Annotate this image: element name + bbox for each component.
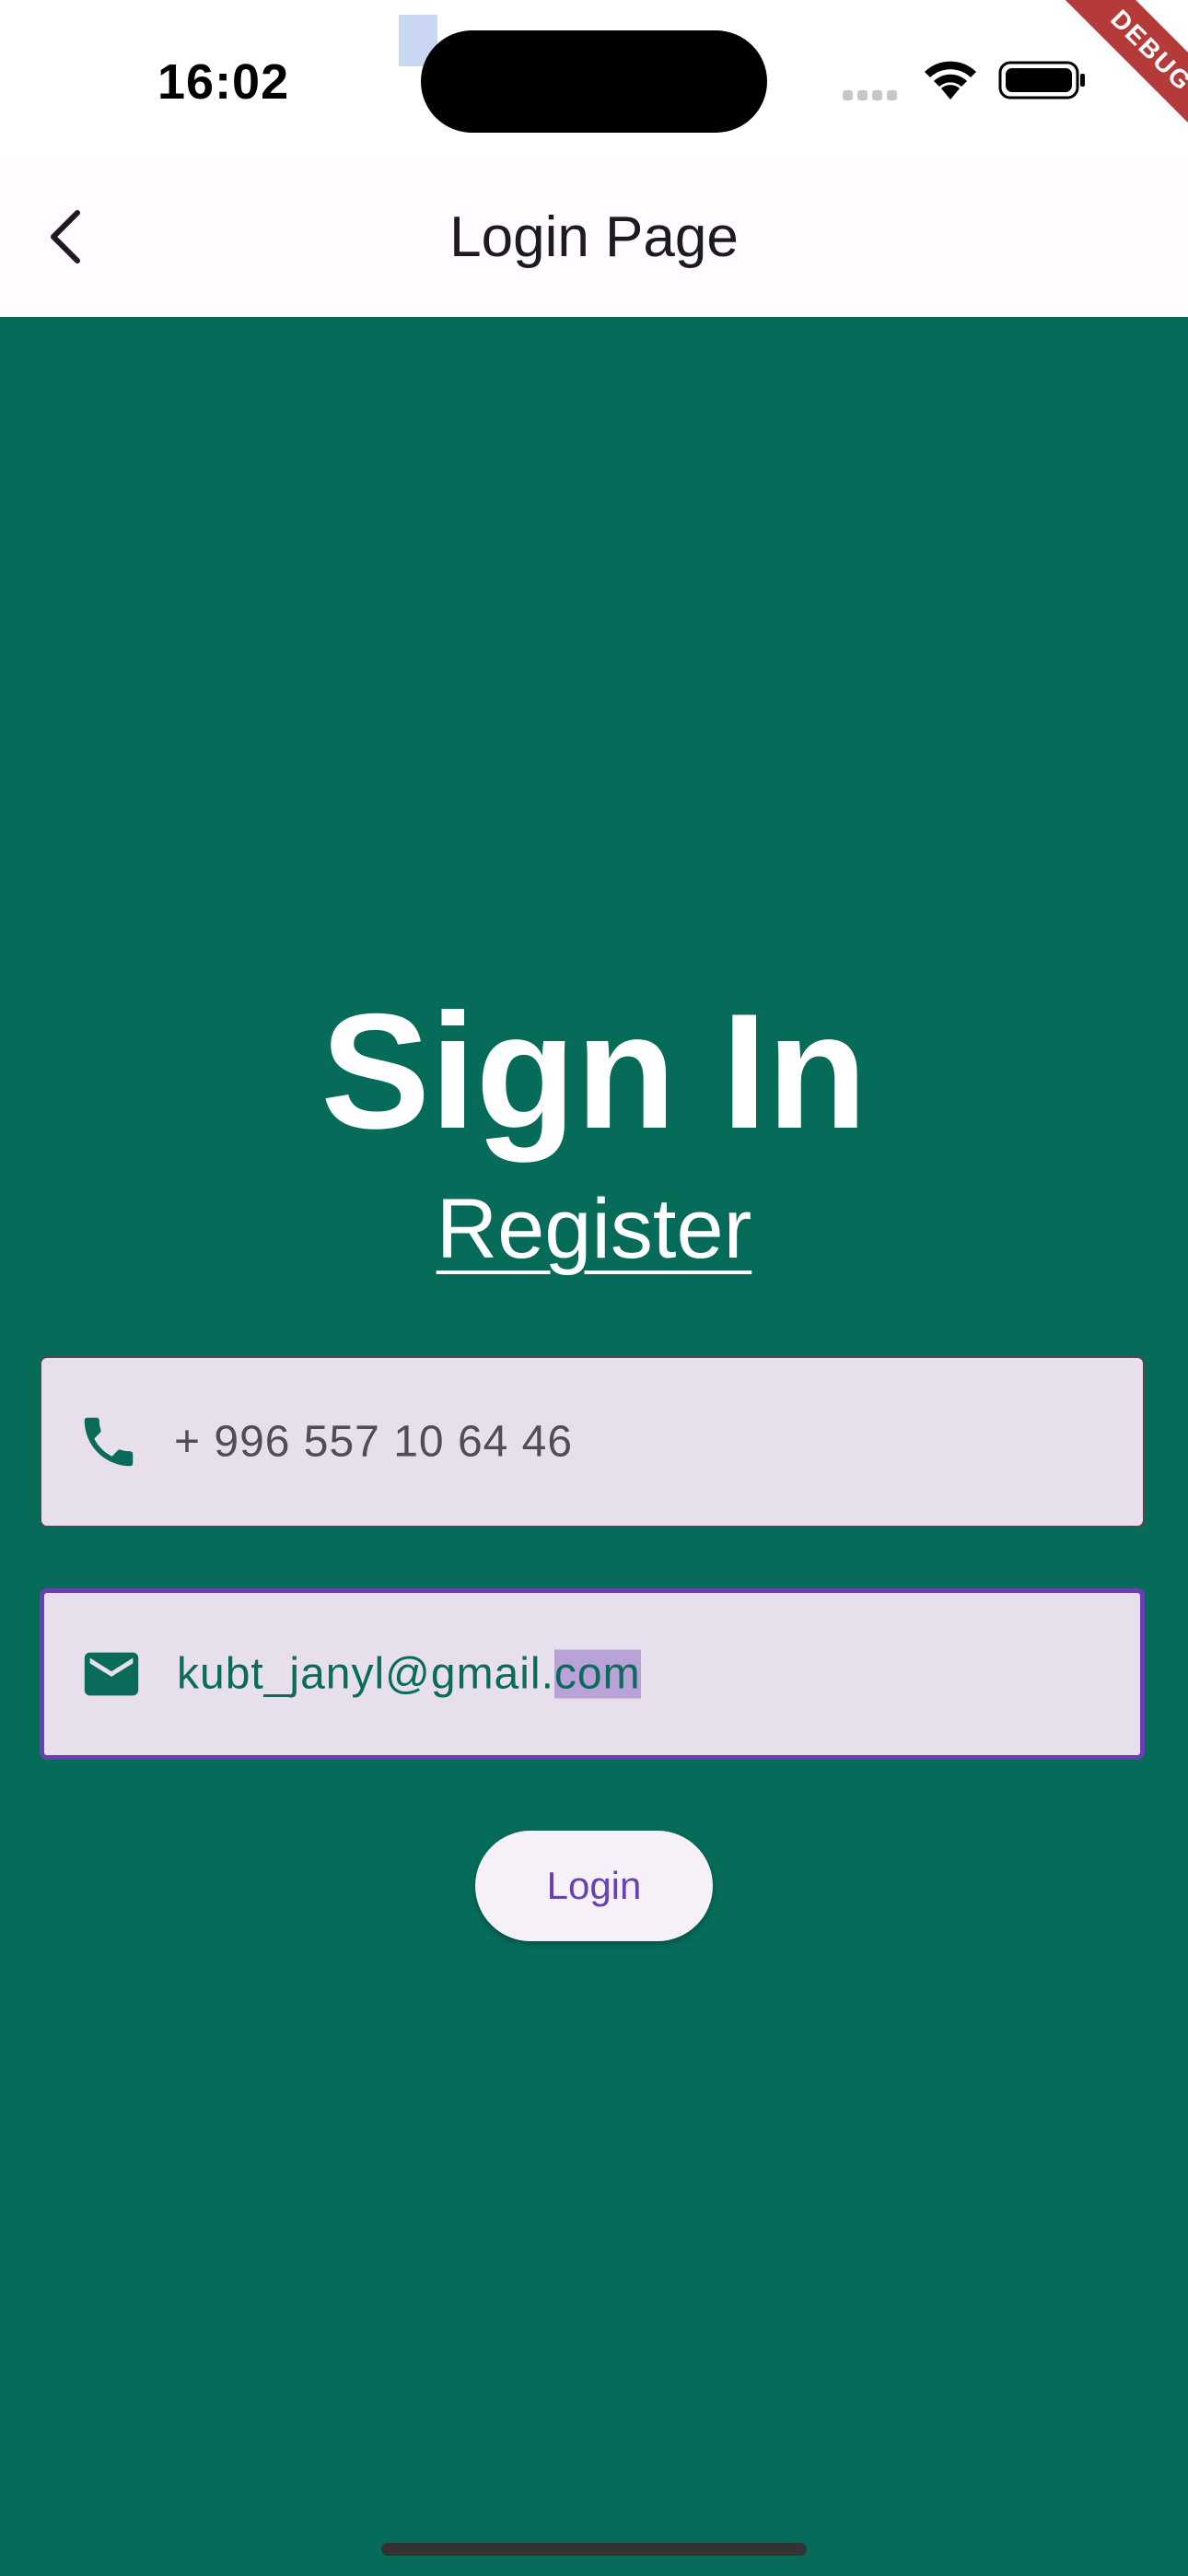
wifi-icon <box>921 57 980 108</box>
email-icon <box>84 1652 139 1696</box>
email-field[interactable]: kubt_janyl@gmail.com <box>40 1588 1145 1760</box>
status-bar: 16:02 DEBUG <box>0 0 1188 180</box>
status-time: 16:02 <box>157 54 290 110</box>
battery-icon <box>998 61 1087 104</box>
phone-field[interactable]: + 996 557 10 64 46 <box>40 1356 1145 1528</box>
home-indicator <box>381 2543 807 2556</box>
email-value: kubt_janyl@gmail.com <box>177 1649 641 1700</box>
login-button[interactable]: Login <box>475 1831 713 1941</box>
register-link[interactable]: Register <box>0 1181 1188 1278</box>
phone-icon <box>84 1417 134 1467</box>
email-selected-text: com <box>553 1649 641 1699</box>
page-title: Login Page <box>449 205 739 269</box>
phone-value: + 996 557 10 64 46 <box>174 1417 574 1467</box>
cellular-signal-icon <box>843 88 902 105</box>
sign-in-heading: Sign In <box>320 979 868 1163</box>
app-bar: Login Page <box>0 157 1188 317</box>
email-value-text: kubt_janyl@gmail. <box>177 1649 554 1699</box>
dynamic-island <box>421 30 767 133</box>
